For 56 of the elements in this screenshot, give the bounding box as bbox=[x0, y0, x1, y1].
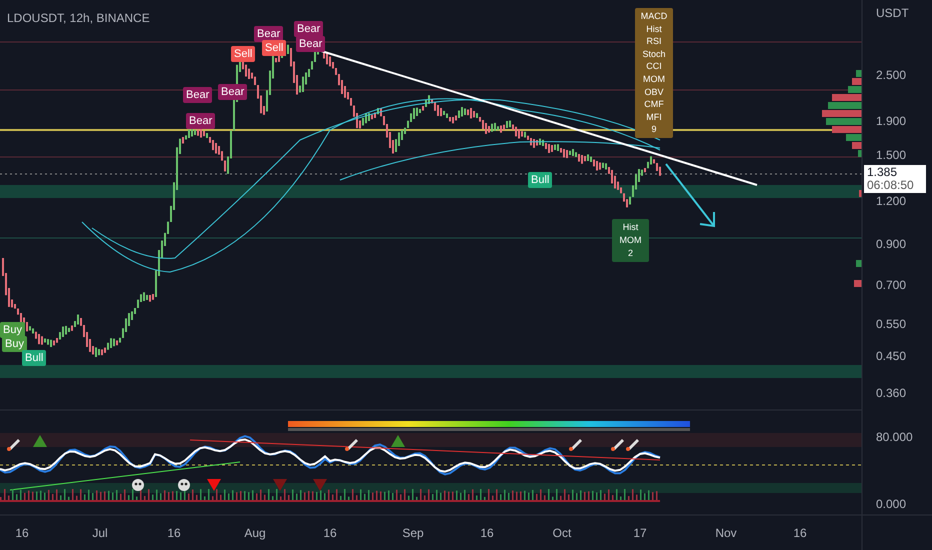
price-axis-label: 0.360 bbox=[876, 386, 906, 400]
oscillator-axis-label: 0.000 bbox=[876, 497, 906, 511]
current-price: 1.385 bbox=[867, 166, 898, 179]
indicator-name: MOM bbox=[643, 72, 665, 86]
signal-label: Buy bbox=[2, 336, 27, 352]
indicator-name: Hist bbox=[646, 22, 662, 36]
time-axis-label: 17 bbox=[632, 526, 648, 540]
price-axis-label: 2.500 bbox=[876, 68, 906, 82]
time-axis-label: Nov bbox=[714, 526, 738, 540]
oscillator-axis-label: 80.000 bbox=[876, 430, 913, 444]
down-triangle-icon bbox=[207, 479, 221, 491]
signal-label: Bear bbox=[296, 36, 326, 52]
signal-label: Sell bbox=[231, 46, 256, 62]
time-axis-label: 16 bbox=[166, 526, 182, 540]
time-axis-label: 16 bbox=[14, 526, 30, 540]
indicator-name: OBV bbox=[644, 86, 664, 98]
indicator-name: Hist bbox=[622, 221, 638, 234]
time-axis-label: 16 bbox=[479, 526, 495, 540]
indicator-name: CMF bbox=[644, 98, 664, 111]
time-axis-label: Sep bbox=[401, 526, 425, 540]
chart-title: LDOUSDT, 12h, BINANCE bbox=[7, 11, 150, 25]
price-axis-label: 1.200 bbox=[876, 194, 906, 208]
time-axis-label: Oct bbox=[552, 526, 572, 540]
indicator-name: MFI bbox=[646, 110, 662, 124]
price-axis-label: 0.700 bbox=[876, 278, 906, 292]
indicator-name: CCI bbox=[646, 60, 662, 73]
time-axis-label: Jul bbox=[91, 526, 109, 540]
candle-countdown: 06:08:50 bbox=[867, 179, 915, 192]
down-triangle-icon bbox=[313, 479, 327, 491]
price-axis-label: 0.450 bbox=[876, 349, 906, 363]
signal-label: Sell bbox=[262, 40, 286, 56]
signal-label: Bear bbox=[294, 21, 324, 37]
indicator-name: 2 bbox=[628, 247, 633, 260]
signal-label: Bear bbox=[183, 87, 212, 103]
time-axis-label: Aug bbox=[243, 526, 267, 540]
indicator-name: RSI bbox=[646, 35, 662, 48]
indicator-name: MOM bbox=[620, 234, 642, 247]
currency-label: USDT bbox=[876, 6, 909, 20]
up-triangle-icon bbox=[33, 435, 47, 447]
down-triangle-icon bbox=[273, 479, 287, 491]
signal-label: Bull bbox=[528, 172, 552, 188]
signal-label: Bull bbox=[22, 350, 46, 366]
indicator-name: 9 bbox=[651, 123, 656, 136]
indicator-name: MACD bbox=[640, 10, 668, 23]
signal-label: Bear bbox=[186, 113, 216, 129]
signal-label: Bear bbox=[254, 26, 284, 42]
arrow-drawing bbox=[665, 163, 715, 228]
price-axis-label: 0.900 bbox=[876, 237, 906, 251]
price-axis-label: 0.550 bbox=[876, 317, 906, 331]
up-triangle-icon bbox=[391, 435, 405, 447]
price-axis-label: 1.900 bbox=[876, 114, 906, 128]
price-axis-label: 1.500 bbox=[876, 148, 906, 162]
indicator-name: Stoch bbox=[642, 48, 666, 60]
time-axis-label: 16 bbox=[322, 526, 338, 540]
signal-label: Bear bbox=[218, 84, 248, 100]
time-axis-label: 16 bbox=[792, 526, 808, 540]
